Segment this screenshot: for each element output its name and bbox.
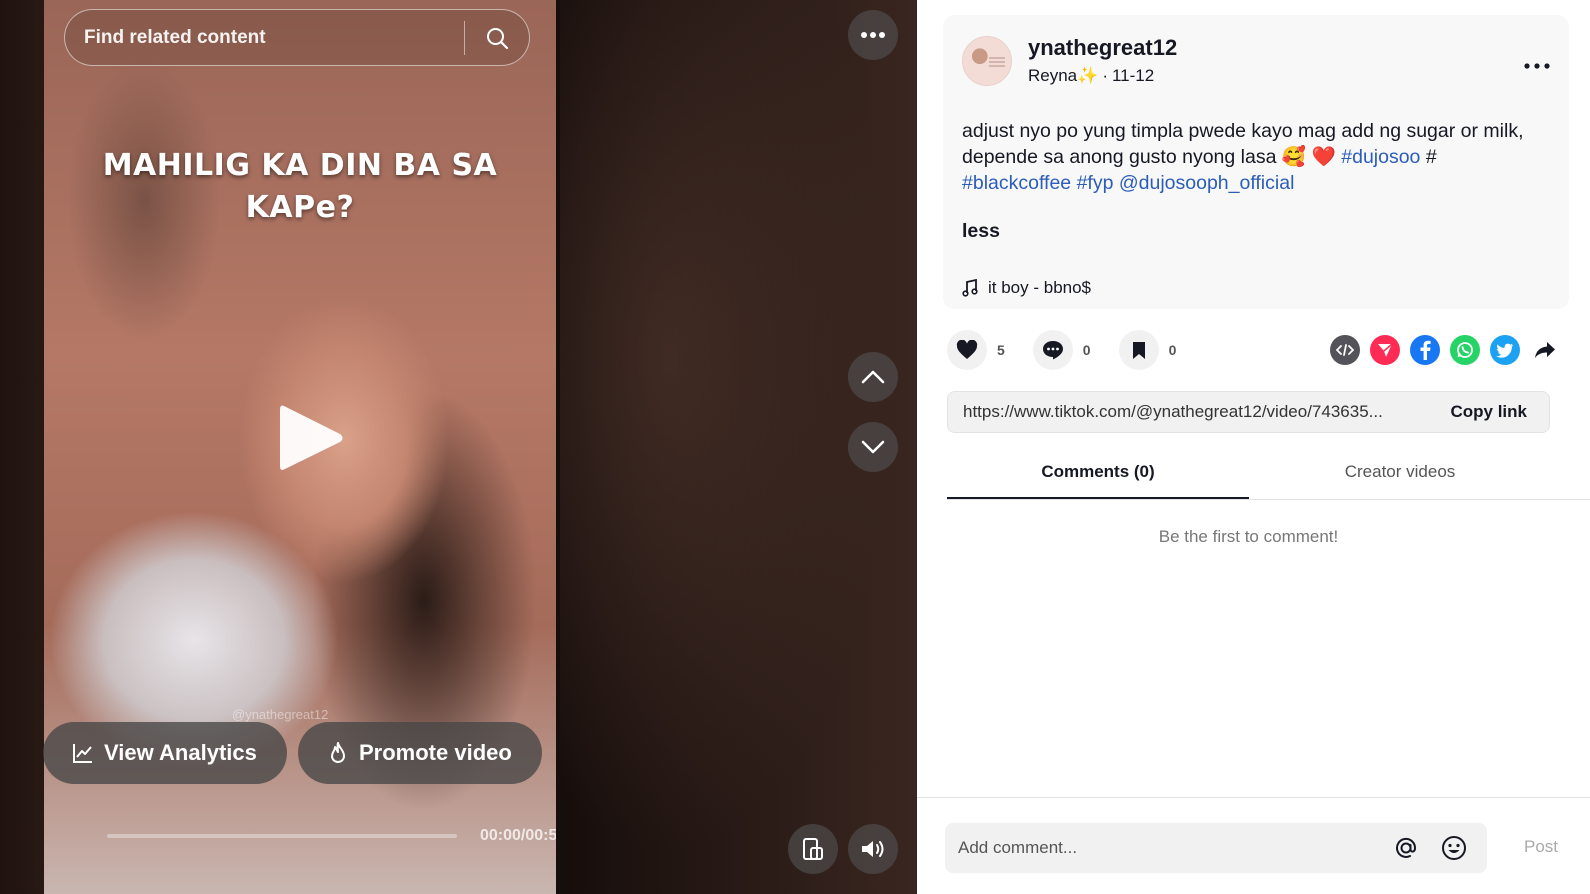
- music-note-icon: [962, 279, 978, 297]
- comment-bubble-icon[interactable]: [1032, 330, 1073, 370]
- like-count: 5: [997, 342, 1005, 358]
- more-horizontal-icon: [861, 32, 885, 38]
- flame-icon: [331, 742, 345, 763]
- music-title: it boy - bbno$: [988, 278, 1092, 297]
- heart-icon[interactable]: [947, 330, 987, 370]
- video-url[interactable]: https://www.tiktok.com/@ynathegreat12/vi…: [948, 402, 1428, 422]
- post-comment-button[interactable]: Post: [1524, 837, 1558, 857]
- chevron-up-icon: [861, 370, 885, 384]
- whatsapp-icon[interactable]: [1450, 335, 1480, 365]
- comment-composer: [945, 823, 1487, 873]
- save-action[interactable]: 0: [1118, 330, 1177, 370]
- video-progress-bar[interactable]: [107, 834, 457, 838]
- time-total: 00:58: [525, 827, 556, 844]
- post-detail-panel: ynathegreat12 Reyna✨ · 11-12 adjust nyo …: [917, 0, 1590, 894]
- comment-action[interactable]: 0: [1032, 330, 1091, 370]
- embed-icon[interactable]: [1330, 335, 1360, 365]
- view-analytics-button[interactable]: View Analytics: [43, 722, 287, 784]
- next-video-button[interactable]: [848, 422, 898, 472]
- music-link[interactable]: it boy - bbno$: [962, 278, 1091, 298]
- chevron-down-icon: [861, 440, 885, 454]
- video-time: 00:00/00:58: [480, 827, 556, 845]
- time-current: 00:00: [480, 827, 521, 844]
- video-player-pane: Find related content MAHILIG KA DIN BA S…: [0, 0, 917, 894]
- more-options-button[interactable]: [848, 10, 898, 60]
- less-toggle[interactable]: less: [962, 220, 1000, 243]
- volume-button[interactable]: [848, 824, 898, 874]
- panel-tabs: Comments (0) Creator videos: [947, 452, 1590, 500]
- post-info-card: ynathegreat12 Reyna✨ · 11-12 adjust nyo …: [943, 15, 1569, 309]
- author-subline: Reyna✨ · 11-12: [1028, 66, 1154, 86]
- avatar[interactable]: [962, 36, 1012, 86]
- chart-icon: [73, 744, 92, 763]
- description-text: adjust nyo po yung timpla pwede kayo mag…: [962, 120, 1524, 168]
- tab-creator-videos[interactable]: Creator videos: [1249, 452, 1551, 499]
- promote-video-label: Promote video: [359, 740, 512, 765]
- author-username[interactable]: ynathegreat12: [1028, 35, 1177, 61]
- bookmark-icon[interactable]: [1118, 330, 1159, 370]
- share-icons-row: [1330, 335, 1560, 365]
- floating-player-button[interactable]: [788, 824, 838, 874]
- caption-line: KAPe?: [245, 190, 355, 225]
- volume-icon: [862, 841, 884, 857]
- like-action[interactable]: 5: [947, 330, 1005, 370]
- related-content-search[interactable]: Find related content: [64, 9, 530, 66]
- mention-at-icon[interactable]: [1391, 833, 1421, 863]
- share-arrow-icon[interactable]: [1530, 335, 1560, 365]
- comment-input[interactable]: [945, 838, 1391, 858]
- hashtag-link[interactable]: #dujosoo: [1341, 146, 1420, 168]
- comment-count: 0: [1082, 342, 1091, 358]
- hashtag-link[interactable]: #blackcoffee: [962, 172, 1071, 194]
- search-icon[interactable]: [465, 9, 529, 66]
- copy-link-button[interactable]: Copy link: [1428, 402, 1549, 422]
- hashtag-link[interactable]: #fyp: [1077, 172, 1114, 194]
- video-watermark: @ynathegreat12: [232, 707, 329, 722]
- view-analytics-label: View Analytics: [104, 740, 257, 765]
- dot-separator: ·: [1102, 66, 1108, 85]
- post-date: 11-12: [1111, 66, 1155, 85]
- emoji-icon[interactable]: [1439, 833, 1469, 863]
- play-icon[interactable]: [270, 398, 350, 478]
- copy-link-box: https://www.tiktok.com/@ynathegreat12/vi…: [947, 391, 1550, 433]
- post-more-icon[interactable]: [1523, 57, 1551, 69]
- caption-line: MAHILIG KA DIN BA SA: [102, 148, 498, 183]
- video-caption-overlay: MAHILIG KA DIN BA SA KAPe?: [44, 145, 556, 229]
- twitter-icon[interactable]: [1490, 335, 1520, 365]
- send-to-friends-icon[interactable]: [1370, 335, 1400, 365]
- mention-link[interactable]: @dujosooph_official: [1119, 172, 1295, 194]
- author-display-name: Reyna✨: [1028, 66, 1099, 85]
- tab-comments[interactable]: Comments (0): [947, 452, 1249, 499]
- search-input[interactable]: Find related content: [65, 27, 464, 49]
- hashtag-text: #: [1425, 146, 1437, 168]
- save-count: 0: [1168, 342, 1177, 358]
- post-description: adjust nyo po yung timpla pwede kayo mag…: [962, 118, 1542, 196]
- previous-video-button[interactable]: [848, 352, 898, 402]
- mini-player-icon: [803, 838, 823, 860]
- empty-comments-message: Be the first to comment!: [1158, 527, 1339, 546]
- facebook-icon[interactable]: [1410, 335, 1440, 365]
- promote-video-button[interactable]: Promote video: [298, 722, 542, 784]
- composer-divider: [917, 797, 1590, 798]
